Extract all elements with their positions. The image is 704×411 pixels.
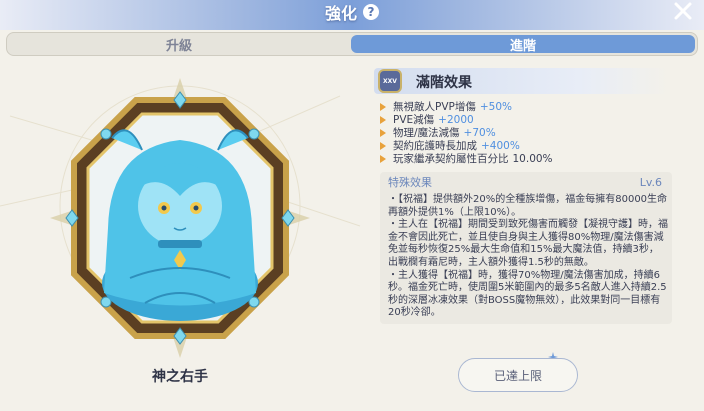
item-artwork xyxy=(50,78,310,358)
help-icon[interactable]: ? xyxy=(363,4,379,20)
special-effects-level: Lv.6 xyxy=(639,175,662,189)
stat-value: +50% xyxy=(479,100,512,113)
tier-badge-icon: XXV xyxy=(378,69,402,93)
stat-value: +2000 xyxy=(438,113,474,126)
special-effects-panel: 特殊效果 Lv.6 ・【祝福】提供額外20%的全種族增傷，福金每擁有80000生… xyxy=(380,172,672,324)
max-effects-header: XXV 滿階效果 xyxy=(374,68,668,94)
close-icon[interactable] xyxy=(672,0,694,22)
arrow-bullet-icon xyxy=(380,154,386,163)
stat-list: 無視敵人PVP增傷 +50% PVE減傷 +2000 物理/魔法減傷 +70% … xyxy=(380,100,680,165)
page-title-group: 強化 ? xyxy=(0,0,704,24)
special-effects-header: 特殊效果 Lv.6 xyxy=(388,174,662,190)
tab-advance[interactable]: 進階 xyxy=(351,35,695,54)
max-reached-button[interactable]: 已達上限 xyxy=(458,358,578,392)
item-name: 神之右手 xyxy=(152,369,208,385)
tier-badge-text: XXV xyxy=(383,77,397,85)
arrow-bullet-icon xyxy=(380,115,386,124)
stat-row: 玩家繼承契約屬性百分比 10.00% xyxy=(380,152,680,165)
special-effects-description: ・【祝福】提供額外20%的全種族增傷，福金每擁有80000生命再額外提供1%（上… xyxy=(388,194,668,319)
arrow-bullet-icon xyxy=(380,128,386,137)
stat-value: +70% xyxy=(463,126,496,139)
arrow-bullet-icon xyxy=(380,102,386,111)
special-effects-title: 特殊效果 xyxy=(388,176,432,189)
tab-upgrade[interactable]: 升級 xyxy=(9,35,349,54)
header-bar: 強化 ? xyxy=(0,0,704,30)
stat-value: +400% xyxy=(481,139,520,152)
stat-label: 玩家繼承契約屬性百分比 xyxy=(393,153,509,165)
stat-value: 10.00% xyxy=(512,152,553,165)
tab-bar: 升級 進階 xyxy=(6,32,698,56)
arrow-bullet-icon xyxy=(380,141,386,150)
max-effects-title: 滿階效果 xyxy=(416,75,472,91)
page-title: 強化 xyxy=(324,4,357,23)
